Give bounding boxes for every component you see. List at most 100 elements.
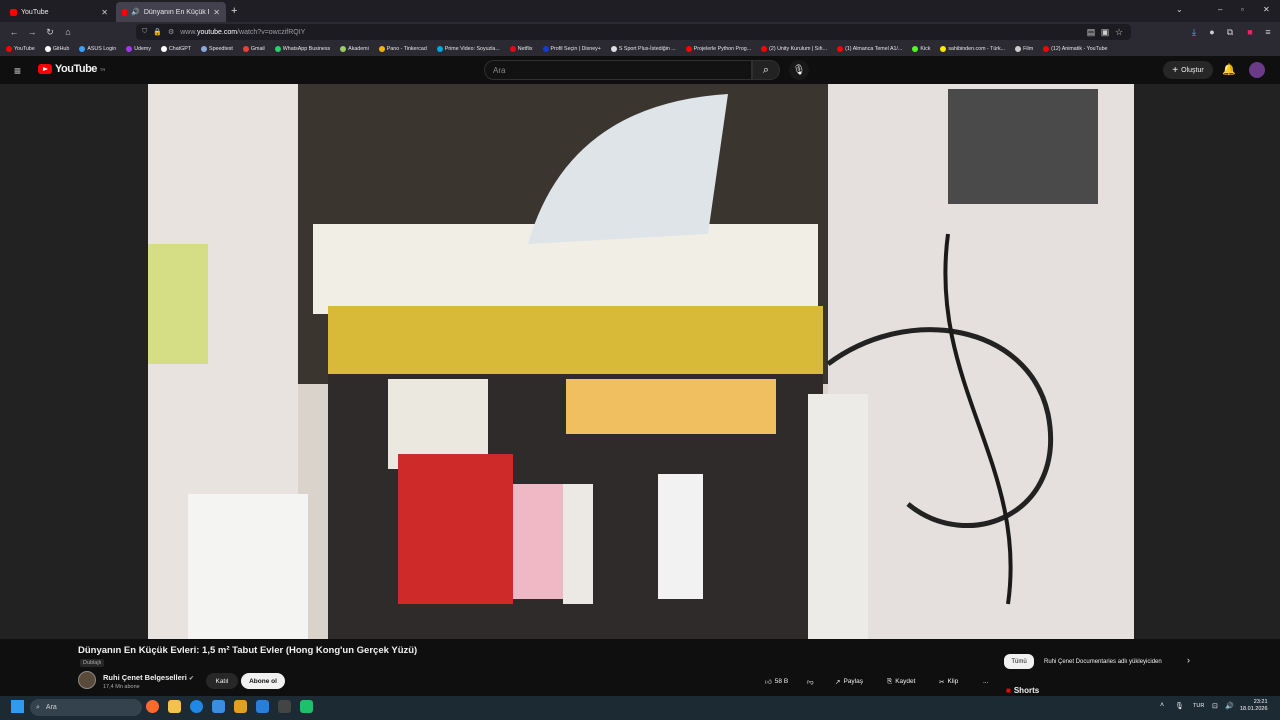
bookmark-item[interactable]: YouTube	[6, 46, 35, 52]
bookmark-item[interactable]: Profil Seçin | Disney+	[542, 46, 601, 52]
bookmark-item[interactable]: WhatsApp Business	[274, 46, 330, 52]
chip-all[interactable]: Tümü	[1004, 654, 1034, 669]
home-icon[interactable]: ⌂	[61, 25, 75, 39]
clip-button[interactable]: ✂ Klip	[932, 673, 965, 690]
extension-badge-icon[interactable]: ■	[1243, 25, 1257, 39]
bookmark-item[interactable]: S Sport Plus-İstediğin ...	[610, 46, 676, 52]
reload-icon[interactable]: ↻	[43, 25, 57, 39]
join-button[interactable]: Katıl	[206, 673, 238, 689]
address-bar[interactable]: ⛉ 🔒 ⚙ www.youtube.com/watch?v=owczifRQIY	[136, 24, 1131, 40]
bookmark-item[interactable]: Film	[1015, 46, 1033, 52]
account-icon[interactable]: ●	[1205, 25, 1219, 39]
bookmark-favicon-icon	[274, 46, 281, 52]
chip-channel-uploads[interactable]: Ruhi Çenet Documentaries adlı yükleyicid…	[1040, 654, 1180, 669]
like-count: 58 B	[774, 678, 789, 685]
bookmark-favicon-icon	[126, 46, 133, 52]
language-indicator[interactable]: TUR	[1193, 703, 1204, 709]
new-tab-plus-icon[interactable]: +	[231, 5, 237, 17]
bookmark-item[interactable]: Udemy	[126, 46, 151, 52]
bookmark-item[interactable]: Speedtest	[201, 46, 233, 52]
volume-icon[interactable]: 🔊	[1225, 702, 1234, 710]
search-input[interactable]: Ara	[484, 60, 752, 80]
microphone-icon[interactable]: 🎙	[1175, 702, 1184, 710]
taskbar-search-placeholder: Ara	[45, 704, 57, 711]
avatar[interactable]	[1249, 62, 1265, 78]
save-label: Kaydet	[895, 678, 916, 685]
bookmark-item[interactable]: ASUS Login	[79, 46, 116, 52]
bookmark-item[interactable]: (1) Almanca Temel A1/...	[837, 46, 902, 52]
bookmark-item[interactable]: Kick	[912, 46, 930, 52]
share-button[interactable]: ↗ Paylaş	[828, 673, 870, 690]
firefox-icon[interactable]	[146, 700, 159, 713]
taskbar-search[interactable]: ⌕ Ara	[30, 699, 142, 716]
channel-avatar[interactable]	[78, 671, 96, 689]
reader-view-icon[interactable]: ▤	[1084, 25, 1098, 39]
tab-label: Dünyanın En Küçük Evleri: 1	[143, 8, 209, 16]
dislike-button[interactable]: 👎︎	[800, 673, 821, 690]
download-icon[interactable]: ⤓	[1187, 25, 1201, 39]
guide-menu-icon[interactable]: ≡	[14, 64, 21, 78]
chevron-down-icon[interactable]: ⌄	[1176, 5, 1183, 14]
tab-active-video[interactable]: 🔊 Dünyanın En Küçük Evleri: 1 ✕	[116, 2, 226, 22]
youtube-logo[interactable]: YouTube TR	[38, 63, 105, 75]
chevron-right-icon[interactable]: ›	[1187, 655, 1190, 665]
chevron-up-icon[interactable]: ˄	[1160, 702, 1164, 709]
bookmark-item[interactable]: (2) Unity Kurulum | Sıfı...	[761, 46, 827, 52]
video-frame[interactable]	[148, 84, 1134, 639]
subscriber-count: 17,4 Mn abone	[103, 684, 140, 690]
speaker-icon: 🔊	[131, 9, 140, 16]
app-green-icon[interactable]	[300, 700, 313, 713]
subscribe-button[interactable]: Abone ol	[241, 673, 285, 689]
maximize-icon[interactable]: ▫	[1241, 5, 1244, 14]
network-icon[interactable]: ⊡	[1212, 702, 1218, 710]
windows-start-icon[interactable]	[11, 700, 24, 713]
bookmark-item[interactable]: ChatGPT	[160, 46, 191, 52]
save-button[interactable]: ⎘ Kaydet	[880, 673, 922, 690]
close-icon[interactable]: ✕	[213, 8, 220, 17]
bookmark-favicon-icon	[201, 46, 208, 52]
bookmark-favicon-icon	[242, 46, 249, 52]
back-arrow-icon[interactable]: ←	[7, 25, 21, 39]
bookmark-item[interactable]: Projelerle Python Prog...	[685, 46, 751, 52]
dubbed-badge: Dublajlı	[80, 659, 105, 667]
create-label: Oluştur	[1181, 66, 1204, 74]
more-actions-button[interactable]: ...	[976, 673, 995, 690]
bookmark-star-icon[interactable]: ☆	[1112, 25, 1126, 39]
like-button[interactable]: 👍︎ 58 B	[758, 673, 795, 690]
bookmark-item[interactable]: Netflix	[509, 46, 533, 52]
window-close-icon[interactable]: ✕	[1263, 5, 1270, 14]
search-button[interactable]: ⌕	[752, 60, 780, 80]
file-explorer-icon[interactable]	[168, 700, 181, 713]
terminal-icon[interactable]	[278, 700, 291, 713]
tab-youtube[interactable]: YouTube ✕	[4, 2, 114, 22]
extensions-icon[interactable]: ⧉	[1223, 25, 1237, 39]
join-label: Katıl	[215, 677, 229, 685]
voice-search-button[interactable]: 🎙	[789, 60, 809, 80]
app-icon[interactable]	[234, 700, 247, 713]
clock-time: 23:21	[1253, 699, 1268, 705]
shorts-header[interactable]: ■ Shorts	[1006, 686, 1039, 695]
edge-icon[interactable]	[190, 700, 203, 713]
bookmark-item[interactable]: GitHub	[44, 46, 69, 52]
taskbar-clock[interactable]: 23:21 18.01.2026	[1240, 699, 1268, 713]
channel-name[interactable]: Ruhi Çenet Belgeselleri ✔	[103, 673, 194, 682]
pip-icon[interactable]: ▣	[1098, 25, 1112, 39]
bookmark-item[interactable]: (12) Animatik - YouTube	[1043, 46, 1107, 52]
bookmark-item[interactable]: Akademi	[340, 46, 369, 52]
vscode-icon[interactable]	[256, 700, 269, 713]
menu-hamburger-icon[interactable]: ≡	[1261, 25, 1275, 39]
bookmark-label: (12) Animatik - YouTube	[1051, 46, 1108, 52]
close-icon[interactable]: ✕	[101, 8, 108, 17]
more-label: ...	[983, 678, 989, 685]
bookmark-item[interactable]: Gmail	[242, 46, 265, 52]
bookmark-item[interactable]: sahibinden.com - Türk...	[940, 46, 1005, 52]
scissors-icon: ✂	[939, 678, 945, 686]
bookmark-item[interactable]: Prime Video: Soyuzla...	[436, 46, 500, 52]
notifications-bell-icon[interactable]: 🔔	[1222, 63, 1236, 76]
forward-arrow-icon[interactable]: →	[25, 25, 39, 39]
bookmark-item[interactable]: Pano - Tinkercad	[378, 46, 427, 52]
minimize-icon[interactable]: –	[1218, 5, 1222, 14]
clock-date: 18.01.2026	[1240, 706, 1268, 712]
create-button[interactable]: + Oluştur	[1163, 61, 1213, 79]
store-icon[interactable]	[212, 700, 225, 713]
